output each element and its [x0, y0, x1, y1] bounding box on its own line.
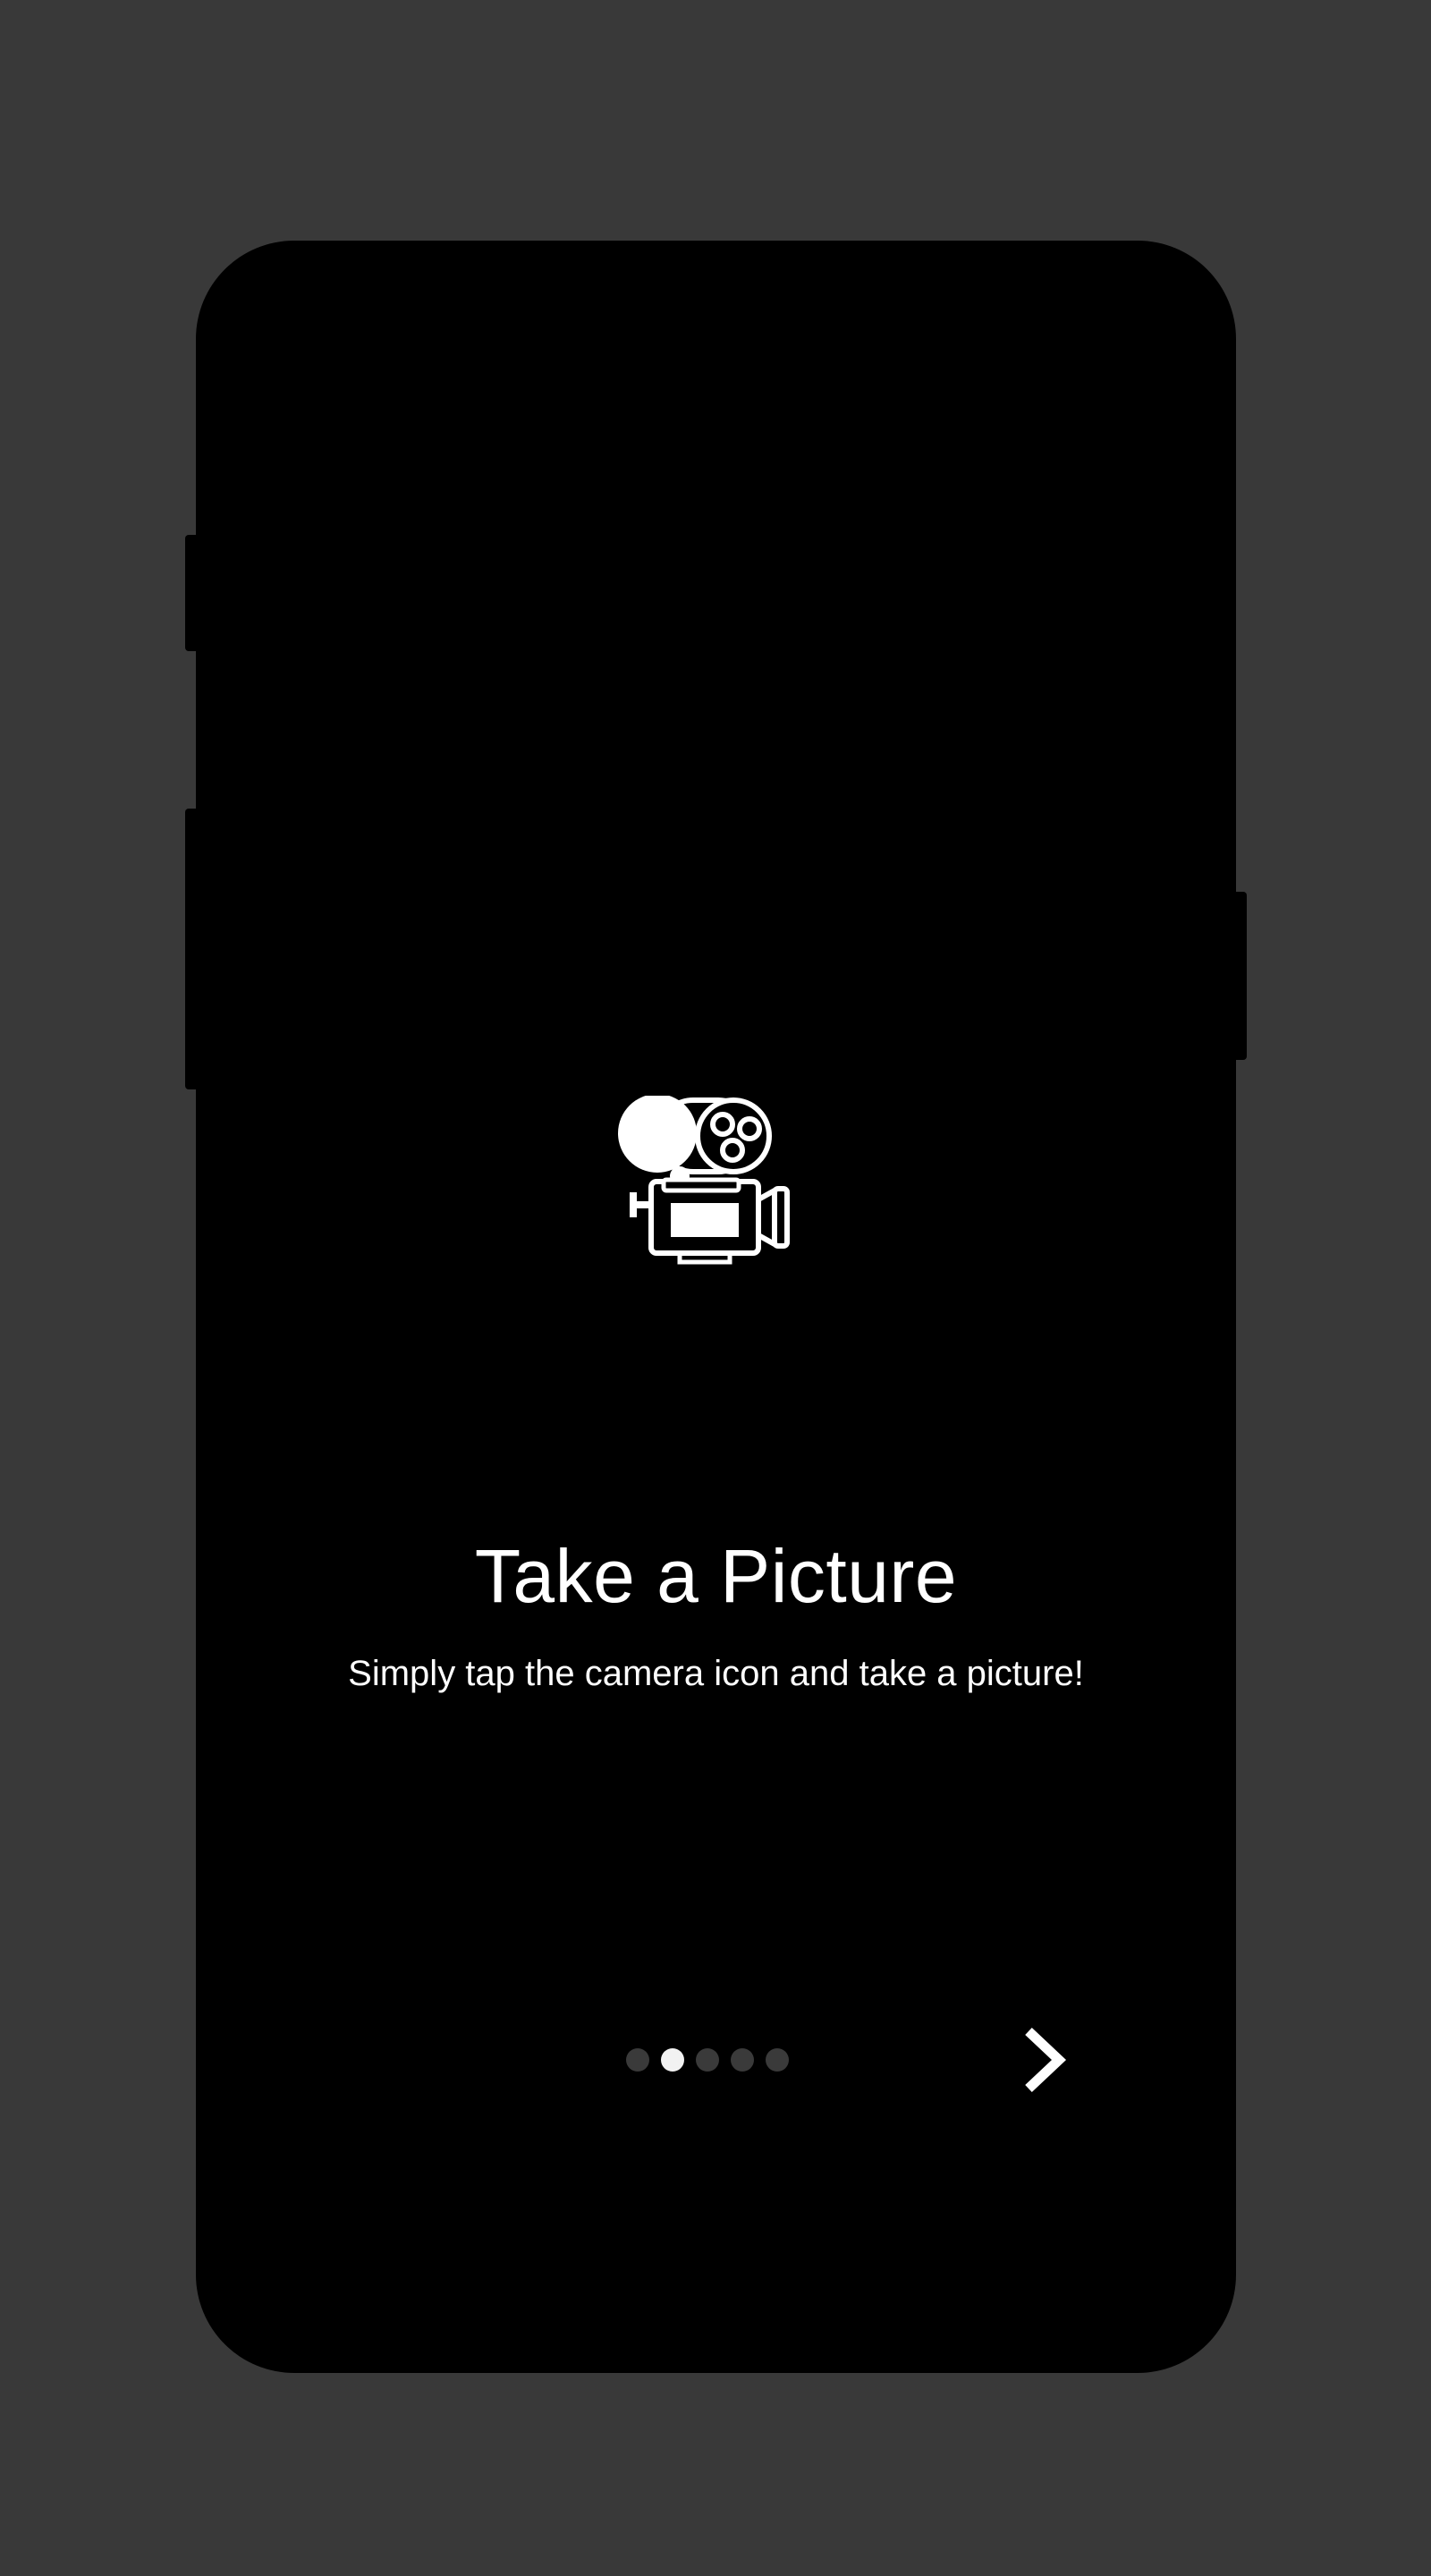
page-dot-3[interactable] — [696, 2048, 719, 2072]
movie-camera-icon — [618, 1096, 790, 1265]
page-dot-2-active[interactable] — [661, 2048, 684, 2072]
page-dot-4[interactable] — [731, 2048, 754, 2072]
chevron-right-icon — [1025, 2027, 1067, 2093]
page-dot-5[interactable] — [766, 2048, 789, 2072]
page-dot-1[interactable] — [626, 2048, 649, 2072]
page-background: Take a Picture Simply tap the camera ico… — [0, 0, 1431, 2576]
onboarding-screen: Take a Picture Simply tap the camera ico… — [0, 0, 1431, 2576]
page-indicator — [626, 2048, 789, 2072]
page-title: Take a Picture — [474, 1534, 958, 1618]
page-subtitle: Simply tap the camera icon and take a pi… — [348, 1654, 1084, 1693]
next-button[interactable] — [1009, 2020, 1080, 2100]
